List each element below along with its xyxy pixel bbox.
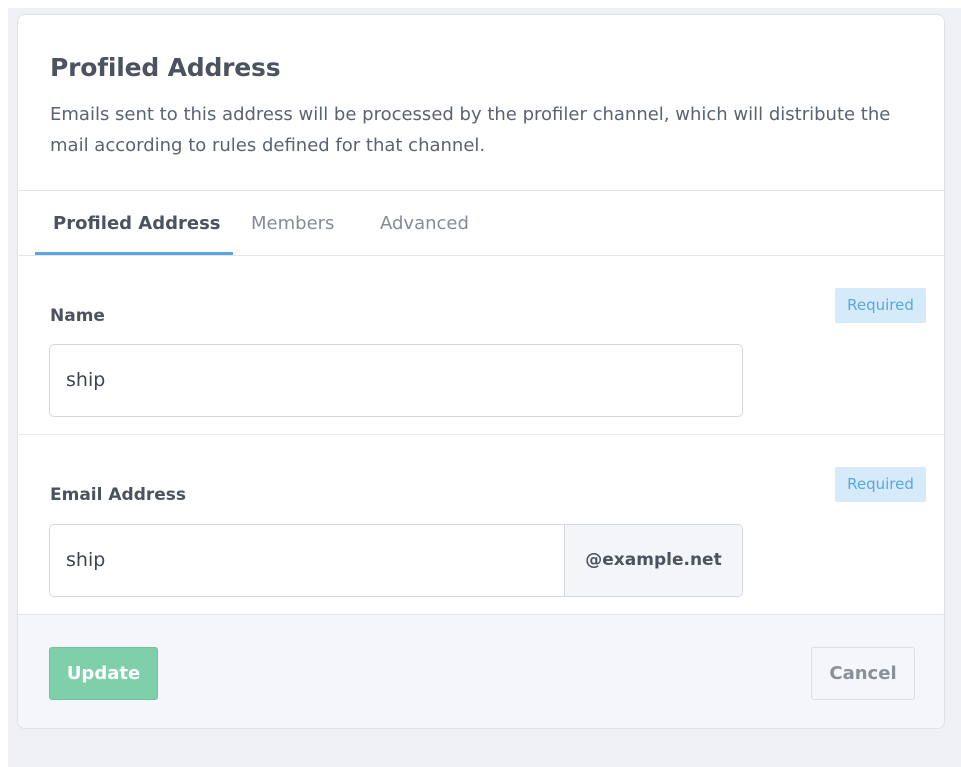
active-tab-indicator <box>35 252 233 255</box>
name-required-badge: Required <box>835 288 926 323</box>
page-description: Emails sent to this address will be proc… <box>50 104 891 156</box>
email-domain-suffix: @example.net <box>564 525 742 596</box>
cancel-button[interactable]: Cancel <box>811 647 915 700</box>
tab-bar: Profiled Address Members Advanced <box>18 191 944 256</box>
panel-footer: Update Cancel <box>18 614 944 728</box>
email-address-label: Email Address <box>50 485 187 505</box>
name-field-section: Name Required ship <box>18 256 944 435</box>
email-field-section: Email Address Required ship @example.net <box>18 435 944 614</box>
name-label: Name <box>50 306 105 326</box>
update-button[interactable]: Update <box>49 647 158 700</box>
email-input-group: ship @example.net <box>49 524 743 597</box>
page-title: Profiled Address <box>50 53 281 82</box>
panel-header: Profiled Address Emails sent to this add… <box>18 15 944 191</box>
name-input[interactable]: ship <box>49 344 743 417</box>
tab-profiled-address[interactable]: Profiled Address <box>53 191 221 255</box>
tab-members[interactable]: Members <box>251 191 334 255</box>
tab-advanced[interactable]: Advanced <box>380 191 469 255</box>
profiled-address-panel: Profiled Address Emails sent to this add… <box>17 14 945 729</box>
email-required-badge: Required <box>835 467 926 502</box>
email-local-part-input[interactable]: ship <box>50 525 564 596</box>
